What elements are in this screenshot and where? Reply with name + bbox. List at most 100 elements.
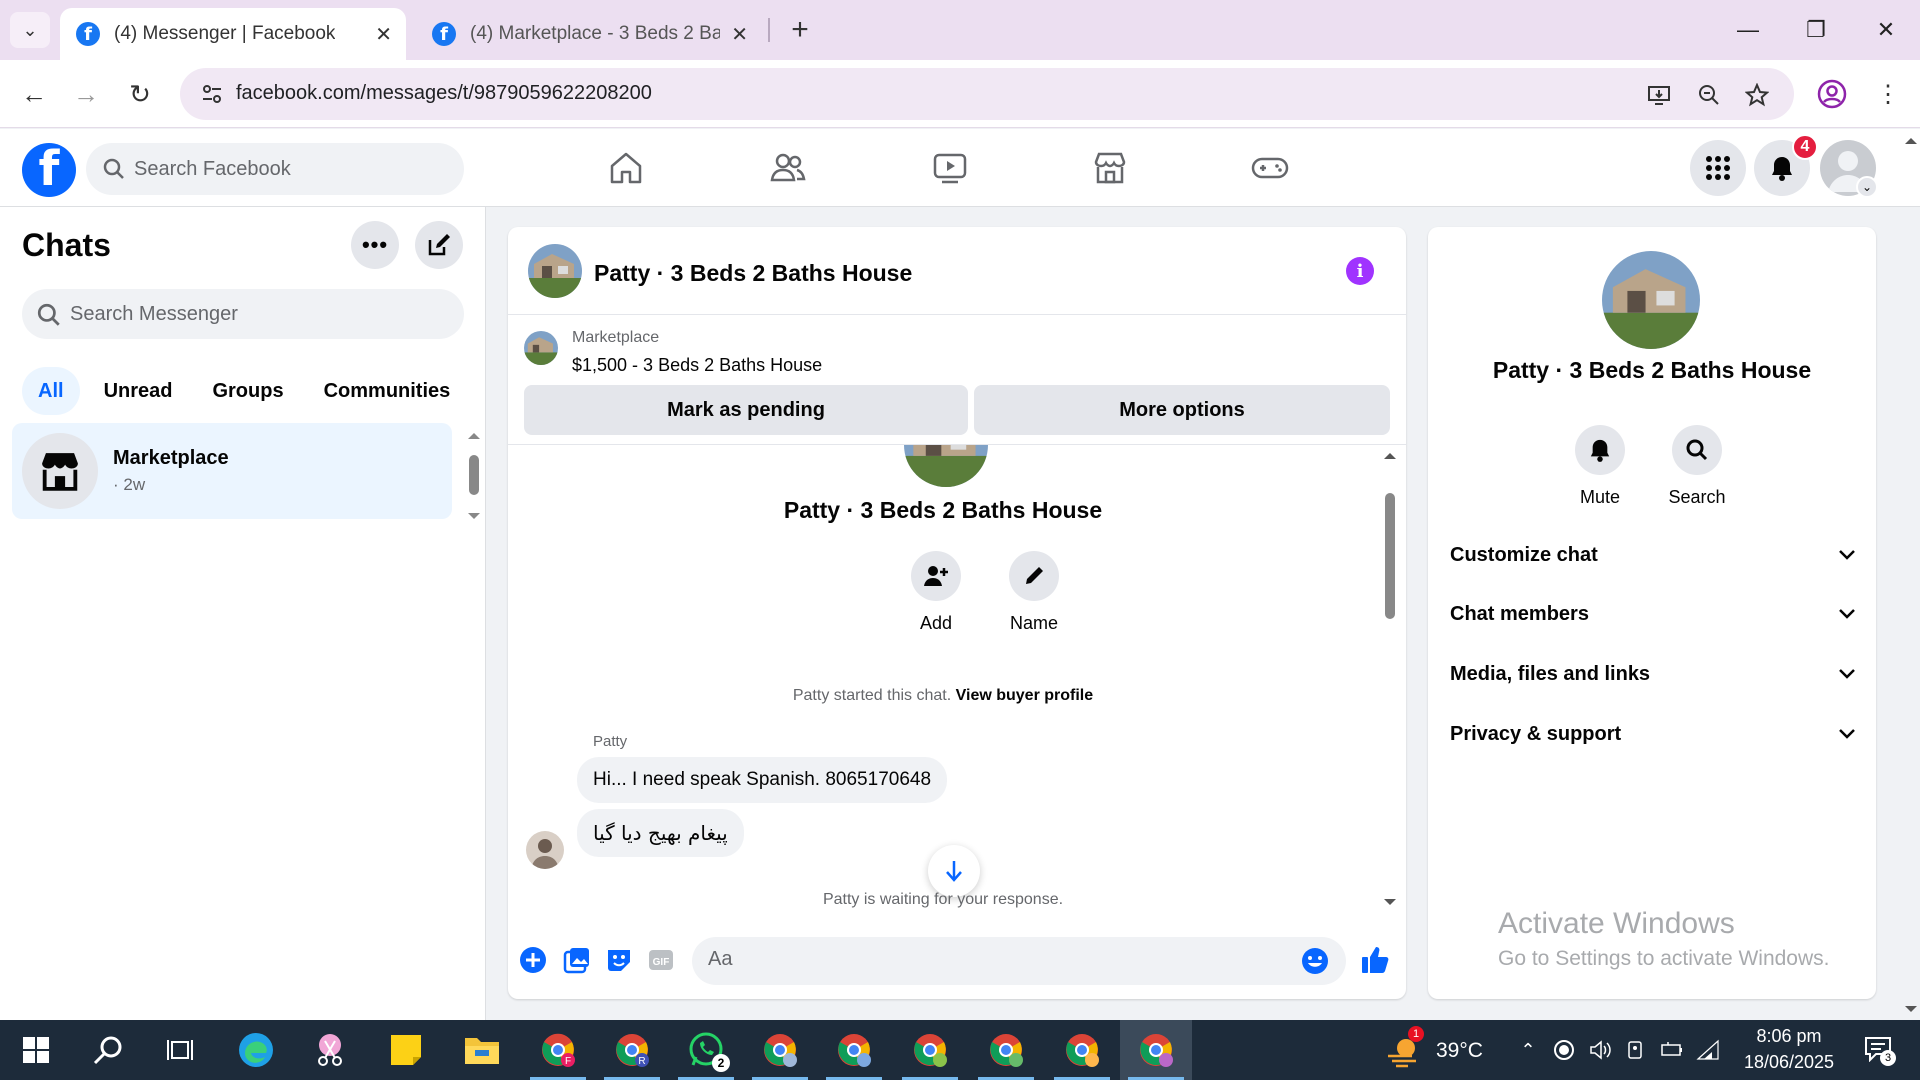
meet-now-icon[interactable]: [1624, 1038, 1648, 1062]
tab-messenger[interactable]: f (4) Messenger | Facebook ✕: [60, 8, 406, 60]
battery-icon[interactable]: [1660, 1038, 1684, 1062]
like-thumb-icon[interactable]: [1360, 945, 1390, 975]
clock-date[interactable]: 18/06/2025: [1730, 1052, 1848, 1073]
close-tab-icon[interactable]: ✕: [731, 22, 748, 47]
search-action[interactable]: Search: [1652, 425, 1742, 508]
tab-marketplace[interactable]: f (4) Marketplace - 3 Beds 2 Bath ✕: [416, 8, 762, 60]
whatsapp-app[interactable]: 2: [670, 1020, 742, 1080]
listing-title[interactable]: $1,500 - 3 Beds 2 Baths House: [572, 355, 822, 376]
chat-filters: All Unread Groups Communities: [22, 367, 466, 415]
record-icon[interactable]: [1552, 1038, 1576, 1062]
snipping-tool-app[interactable]: [294, 1020, 366, 1080]
house-thumbnail[interactable]: [528, 244, 582, 298]
chrome-profile-3[interactable]: [744, 1020, 816, 1080]
nav-gaming[interactable]: [1210, 139, 1330, 197]
url-text[interactable]: facebook.com/messages/t/9879059622208200: [236, 82, 652, 105]
chrome-profile-5[interactable]: [894, 1020, 966, 1080]
install-app-icon[interactable]: [1644, 80, 1674, 110]
tab-search-button[interactable]: ⌄: [10, 12, 50, 48]
chrome-profile-6[interactable]: [970, 1020, 1042, 1080]
thread-scrollbar[interactable]: [1382, 449, 1398, 911]
message-input[interactable]: [708, 948, 1268, 971]
back-button[interactable]: ←: [14, 74, 54, 114]
sticker-icon[interactable]: [604, 945, 634, 975]
filter-groups[interactable]: Groups: [196, 367, 299, 415]
notification-center-button[interactable]: 3: [1864, 1036, 1896, 1066]
view-buyer-profile-link[interactable]: View buyer profile: [956, 687, 1094, 704]
file-explorer-app[interactable]: [446, 1020, 518, 1080]
facebook-search[interactable]: Search Facebook: [86, 143, 464, 195]
messenger-search[interactable]: Search Messenger: [22, 289, 464, 339]
site-settings-icon[interactable]: [198, 80, 226, 108]
clock-time[interactable]: 8:06 pm: [1744, 1026, 1834, 1047]
gif-icon[interactable]: GIF: [646, 945, 676, 975]
chat-options-button[interactable]: •••: [351, 221, 399, 269]
sidebar-scrollbar[interactable]: [466, 431, 482, 521]
address-bar[interactable]: facebook.com/messages/t/9879059622208200: [180, 68, 1794, 120]
filter-unread[interactable]: Unread: [88, 367, 189, 415]
browser-profile-icon[interactable]: [1816, 78, 1848, 110]
weather-widget[interactable]: 1: [1386, 1026, 1424, 1068]
start-button[interactable]: [0, 1020, 72, 1080]
filter-all[interactable]: All: [22, 367, 80, 415]
more-options-button[interactable]: More options: [974, 385, 1390, 435]
sender-avatar[interactable]: [526, 831, 564, 869]
restore-button[interactable]: ❐: [1788, 8, 1844, 52]
info-icon[interactable]: i: [1346, 257, 1374, 285]
name-action[interactable]: Name: [994, 551, 1074, 634]
minimize-button[interactable]: —: [1720, 8, 1776, 52]
filter-communities[interactable]: Communities: [308, 367, 467, 415]
waiting-notice: Patty is waiting for your response.: [822, 891, 1064, 908]
add-action[interactable]: Add: [896, 551, 976, 634]
temperature[interactable]: 39°C: [1436, 1039, 1483, 1063]
show-hidden-icons-icon[interactable]: ⌃: [1516, 1038, 1540, 1062]
media-files-links-section[interactable]: Media, files and links: [1448, 649, 1858, 699]
chrome-profile-r[interactable]: R: [596, 1020, 668, 1080]
message-bubble[interactable]: Hi... I need speak Spanish. 8065170648: [577, 757, 948, 803]
nav-home[interactable]: [566, 139, 686, 197]
nav-video[interactable]: [890, 139, 1010, 197]
zoom-icon[interactable]: [1694, 80, 1724, 110]
close-window-button[interactable]: ✕: [1858, 8, 1914, 52]
more-actions-plus-icon[interactable]: [518, 945, 548, 975]
forward-button[interactable]: →: [66, 74, 106, 114]
mark-as-pending-button[interactable]: Mark as pending: [524, 385, 968, 435]
chrome-profile-7[interactable]: [1046, 1020, 1118, 1080]
message-input-wrapper[interactable]: [692, 937, 1346, 985]
nav-friends[interactable]: [728, 139, 848, 197]
new-message-button[interactable]: [415, 221, 463, 269]
taskbar-search-button[interactable]: [72, 1020, 144, 1080]
emoji-icon[interactable]: [1300, 946, 1330, 976]
compose-icon: [428, 234, 450, 256]
chat-members-section[interactable]: Chat members: [1448, 589, 1858, 639]
customize-chat-section[interactable]: Customize chat: [1448, 530, 1858, 580]
listing-thumbnail[interactable]: [524, 331, 558, 365]
conversation-item-marketplace[interactable]: Marketplace · 2w: [12, 423, 452, 519]
scroll-to-bottom-button[interactable]: [928, 845, 980, 897]
mute-action[interactable]: Mute: [1555, 425, 1645, 508]
conversation-title[interactable]: Patty · 3 Beds 2 Baths House: [594, 260, 912, 287]
edge-app[interactable]: [220, 1020, 292, 1080]
bookmark-star-icon[interactable]: [1742, 80, 1772, 110]
message-bubble[interactable]: پیغام بھیج دیا گیا: [577, 809, 744, 857]
task-view-button[interactable]: [144, 1020, 216, 1080]
search-icon: [93, 1036, 122, 1065]
info-avatar[interactable]: [1602, 251, 1700, 349]
chrome-profile-f[interactable]: F: [522, 1020, 594, 1080]
chrome-profile-active[interactable]: [1120, 1020, 1192, 1080]
page-scrollbar[interactable]: [1902, 130, 1920, 1020]
close-tab-icon[interactable]: ✕: [375, 22, 392, 47]
nav-marketplace[interactable]: [1050, 139, 1170, 197]
reload-button[interactable]: ↻: [120, 74, 160, 114]
account-chevron-icon[interactable]: ⌄: [1856, 176, 1878, 198]
attach-photo-icon[interactable]: [562, 945, 592, 975]
privacy-support-section[interactable]: Privacy & support: [1448, 709, 1858, 759]
new-tab-button[interactable]: +: [780, 12, 820, 48]
sticky-notes-app[interactable]: [370, 1020, 442, 1080]
facebook-logo-icon[interactable]: f: [22, 143, 76, 197]
chrome-profile-4[interactable]: [818, 1020, 890, 1080]
browser-menu-icon[interactable]: ⋮: [1872, 78, 1904, 110]
wifi-icon[interactable]: [1696, 1038, 1720, 1062]
menu-button[interactable]: [1690, 140, 1746, 196]
volume-icon[interactable]: [1588, 1038, 1612, 1062]
